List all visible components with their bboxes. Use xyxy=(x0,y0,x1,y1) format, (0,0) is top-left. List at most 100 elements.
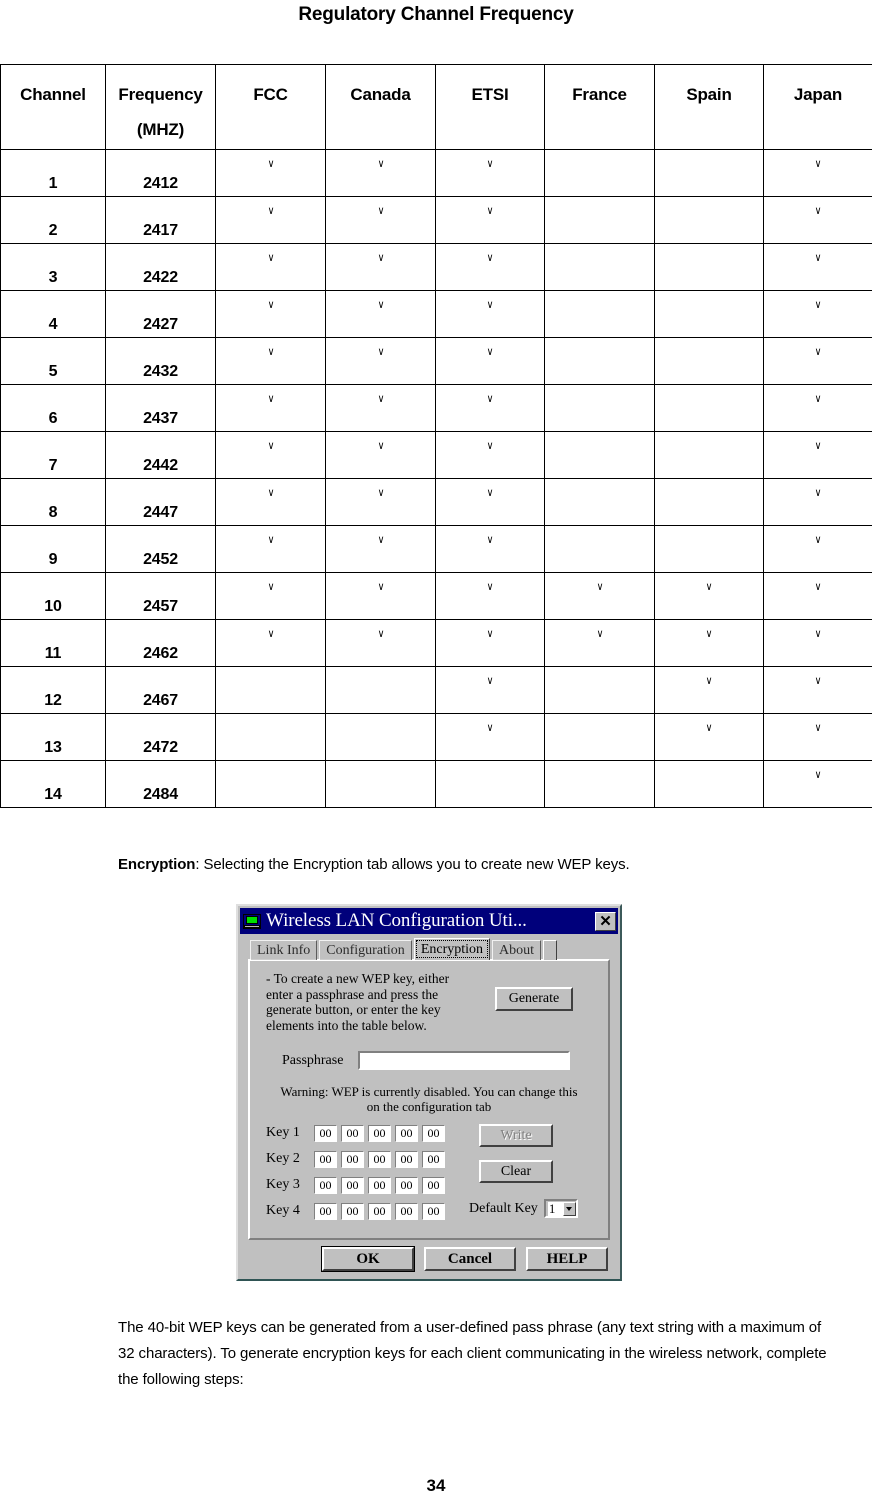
cell-frequency: 2484 xyxy=(105,760,216,808)
check-icon: ∨ xyxy=(267,345,274,358)
tab-about[interactable]: About xyxy=(492,940,542,960)
dialog-footer: OK Cancel HELP xyxy=(238,1240,620,1279)
cell-canada: ∨ xyxy=(325,431,436,479)
cell-frequency: 2422 xyxy=(105,243,216,291)
key-octet-field[interactable]: 00 xyxy=(422,1176,445,1194)
key-octet-field[interactable]: 00 xyxy=(314,1124,337,1142)
key-octet-field[interactable]: 00 xyxy=(368,1124,391,1142)
regulatory-table-wrapper: Channel Frequency (MHZ) FCC Canada ETSI France… xyxy=(0,64,872,808)
check-icon: ∨ xyxy=(267,580,274,593)
cell-japan: ∨ xyxy=(763,713,872,761)
cell-channel: 10 xyxy=(0,572,106,620)
key-octet-field[interactable]: 00 xyxy=(395,1124,418,1142)
key-octet-field[interactable]: 00 xyxy=(341,1176,364,1194)
check-icon: ∨ xyxy=(486,157,494,170)
check-icon: ∨ xyxy=(486,627,494,640)
ok-button[interactable]: OK xyxy=(321,1246,415,1272)
key-octet-field[interactable]: 00 xyxy=(314,1202,337,1220)
key-octet-field[interactable]: 00 xyxy=(368,1202,391,1220)
key-octet-field[interactable]: 00 xyxy=(341,1150,364,1168)
cell-frequency: 2472 xyxy=(105,713,216,761)
generate-button[interactable]: Generate xyxy=(495,987,573,1011)
table-header-row: Channel Frequency (MHZ) FCC Canada ETSI France… xyxy=(0,64,872,150)
key-octet-field[interactable]: 00 xyxy=(395,1150,418,1168)
key-octet-field[interactable]: 00 xyxy=(341,1124,364,1142)
key-octet-field[interactable]: 00 xyxy=(314,1176,337,1194)
key-octet-field[interactable]: 00 xyxy=(368,1150,391,1168)
clear-button[interactable]: Clear xyxy=(479,1160,553,1183)
cell-channel: 4 xyxy=(0,290,106,338)
check-icon: ∨ xyxy=(486,298,494,311)
encryption-paragraph: Encryption: Selecting the Encryption tab… xyxy=(118,852,872,878)
key-octet-field[interactable]: 00 xyxy=(395,1176,418,1194)
default-key-select[interactable]: 1 xyxy=(543,1199,578,1218)
key-octet-field[interactable]: 00 xyxy=(422,1150,445,1168)
tab-link-info[interactable]: Link Info xyxy=(250,940,318,960)
warning-line-1: Warning: WEP is currently disabled. You … xyxy=(280,1084,578,1099)
check-icon: ∨ xyxy=(814,627,822,640)
column-header-label: Channel xyxy=(20,85,86,104)
cell-canada: ∨ xyxy=(325,384,436,432)
table-row: 3 2422 ∨ ∨ ∨ ∨ xyxy=(0,243,872,291)
cell-canada: ∨ xyxy=(325,572,436,620)
key-octet-field[interactable]: 00 xyxy=(395,1202,418,1220)
check-icon: ∨ xyxy=(377,392,384,405)
key-row: Key 4 00 00 00 00 00 xyxy=(266,1200,449,1222)
cell-france xyxy=(544,290,655,338)
chevron-down-icon[interactable] xyxy=(562,1201,576,1216)
help-button[interactable]: HELP xyxy=(526,1247,608,1271)
cell-frequency: 2412 xyxy=(105,149,216,197)
cell-france xyxy=(544,525,655,573)
wep-disabled-warning: Warning: WEP is currently disabled. You … xyxy=(260,1084,598,1114)
cell-spain: ∨ xyxy=(654,666,764,714)
cell-japan: ∨ xyxy=(763,431,872,479)
table-row: 9 2452 ∨ ∨ ∨ ∨ xyxy=(0,525,872,573)
intro-row: - To create a new WEP key, either enter … xyxy=(260,971,598,1033)
key-octet-field[interactable]: 00 xyxy=(368,1176,391,1194)
tabstrip-filler xyxy=(543,940,558,960)
table-row: 10 2457 ∨ ∨ ∨ ∨ ∨ ∨ xyxy=(0,572,872,620)
key-octet-field[interactable]: 00 xyxy=(422,1124,445,1142)
cell-japan: ∨ xyxy=(763,290,872,338)
default-key-row: Default Key 1 xyxy=(469,1199,598,1218)
key-octet-field[interactable]: 00 xyxy=(314,1150,337,1168)
tab-configuration[interactable]: Configuration xyxy=(319,940,412,960)
check-icon: ∨ xyxy=(486,674,494,687)
encryption-tab-panel: - To create a new WEP key, either enter … xyxy=(248,959,610,1240)
write-button[interactable]: Write xyxy=(479,1124,553,1147)
cell-etsi: ∨ xyxy=(435,196,545,244)
check-icon: ∨ xyxy=(377,298,384,311)
cell-spain xyxy=(654,384,764,432)
cell-etsi: ∨ xyxy=(435,572,545,620)
check-icon: ∨ xyxy=(377,486,384,499)
key-rows: Key 1 00 00 00 00 00 Key 2 00 00 00 00 00 Key 3 00 00 0… xyxy=(260,1122,449,1226)
key-octet-field[interactable]: 00 xyxy=(422,1202,445,1220)
check-icon: ∨ xyxy=(814,768,822,781)
cell-spain xyxy=(654,290,764,338)
cell-channel: 1 xyxy=(0,149,106,197)
cell-frequency: 2467 xyxy=(105,666,216,714)
cancel-button[interactable]: Cancel xyxy=(424,1247,516,1271)
dialog-titlebar: Wireless LAN Configuration Uti... ✕ xyxy=(240,908,618,934)
table-row: 13 2472 ∨ ∨ ∨ xyxy=(0,713,872,761)
check-icon: ∨ xyxy=(377,345,384,358)
cell-canada: ∨ xyxy=(325,243,436,291)
cell-spain xyxy=(654,243,764,291)
cell-fcc: ∨ xyxy=(215,243,326,291)
tab-encryption[interactable]: Encryption xyxy=(413,938,491,960)
cell-japan: ∨ xyxy=(763,760,872,808)
cell-channel: 11 xyxy=(0,619,106,667)
close-icon[interactable]: ✕ xyxy=(595,911,616,931)
cell-frequency: 2437 xyxy=(105,384,216,432)
check-icon: ∨ xyxy=(486,204,494,217)
cell-fcc: ∨ xyxy=(215,478,326,526)
check-icon: ∨ xyxy=(814,486,822,499)
table-body: 1 2412 ∨ ∨ ∨ ∨ 2 2417 ∨ ∨ ∨ ∨ 3 2422 ∨ ∨ ∨ ∨ 4 2427 ∨ ∨ ∨ ∨ 5 243… xyxy=(0,149,872,808)
cell-channel: 12 xyxy=(0,666,106,714)
key-octet-field[interactable]: 00 xyxy=(341,1202,364,1220)
cell-japan: ∨ xyxy=(763,478,872,526)
column-header-frequency: Frequency (MHZ) xyxy=(105,64,216,150)
page-title: Regulatory Channel Frequency xyxy=(298,4,574,25)
passphrase-input[interactable] xyxy=(358,1051,570,1070)
cell-channel: 14 xyxy=(0,760,106,808)
